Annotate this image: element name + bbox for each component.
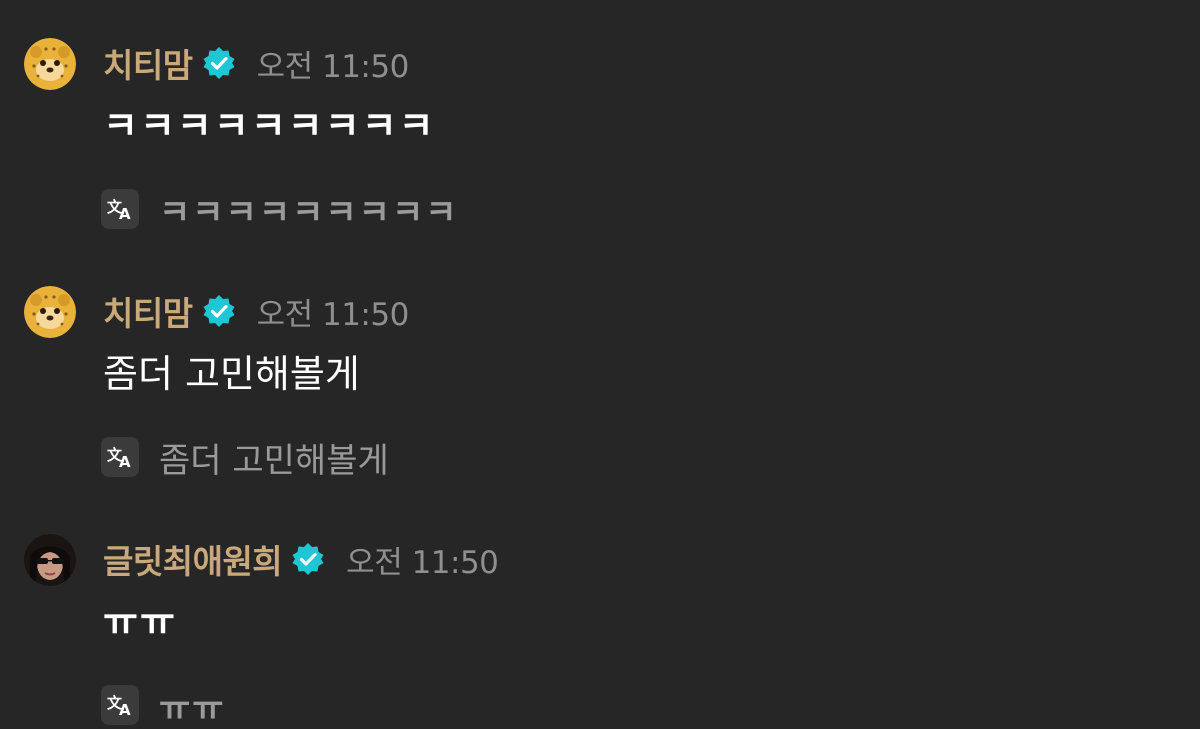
svg-text:A: A bbox=[119, 701, 131, 718]
message-text: 좀더 고민해볼게 bbox=[103, 352, 360, 396]
verified-badge-icon bbox=[201, 45, 237, 81]
translate-icon[interactable]: 文 A bbox=[101, 437, 139, 477]
translation-row[interactable]: 文 A ㅠㅠ bbox=[101, 684, 226, 729]
verified-badge-icon bbox=[201, 293, 237, 329]
message-header: 글릿최애원희 오전 11:50 bbox=[103, 535, 499, 583]
svg-text:A: A bbox=[119, 205, 131, 222]
message-timestamp: 오전 11:50 bbox=[256, 48, 410, 85]
translated-text: ㅠㅠ bbox=[159, 688, 226, 729]
translated-text: ㅋㅋㅋㅋㅋㅋㅋㅋㅋ bbox=[159, 192, 459, 233]
message-timestamp: 오전 11:50 bbox=[256, 296, 410, 333]
message-header: 치티맘 오전 11:50 bbox=[103, 288, 409, 334]
svg-text:A: A bbox=[119, 453, 131, 470]
translate-icon[interactable]: 文 A bbox=[101, 685, 139, 725]
message-header: 치티맘 오전 11:50 bbox=[103, 40, 409, 86]
username[interactable]: 글릿최애원희 bbox=[103, 535, 283, 583]
message-text: ㅋㅋㅋㅋㅋㅋㅋㅋㅋ bbox=[103, 104, 436, 148]
message-timestamp: 오전 11:50 bbox=[346, 544, 499, 581]
translated-text: 좀더 고민해볼게 bbox=[159, 440, 389, 481]
cheetah-avatar-icon[interactable] bbox=[24, 38, 76, 90]
translation-row[interactable]: 文 A 좀더 고민해볼게 bbox=[101, 436, 389, 481]
chat-message-list: 치티맘 오전 11:50 ㅋㅋㅋㅋㅋㅋㅋㅋㅋ 文 A ㅋㅋㅋㅋㅋㅋㅋㅋㅋ 치티맘… bbox=[0, 0, 1200, 729]
verified-badge-icon bbox=[290, 541, 326, 577]
username[interactable]: 치티맘 bbox=[103, 287, 193, 335]
user-photo-avatar-icon[interactable] bbox=[24, 534, 76, 586]
username[interactable]: 치티맘 bbox=[103, 39, 193, 87]
message-text: ㅠㅠ bbox=[103, 600, 177, 644]
translation-row[interactable]: 文 A ㅋㅋㅋㅋㅋㅋㅋㅋㅋ bbox=[101, 188, 459, 233]
translate-icon[interactable]: 文 A bbox=[101, 189, 139, 229]
cheetah-avatar-icon[interactable] bbox=[24, 286, 76, 338]
